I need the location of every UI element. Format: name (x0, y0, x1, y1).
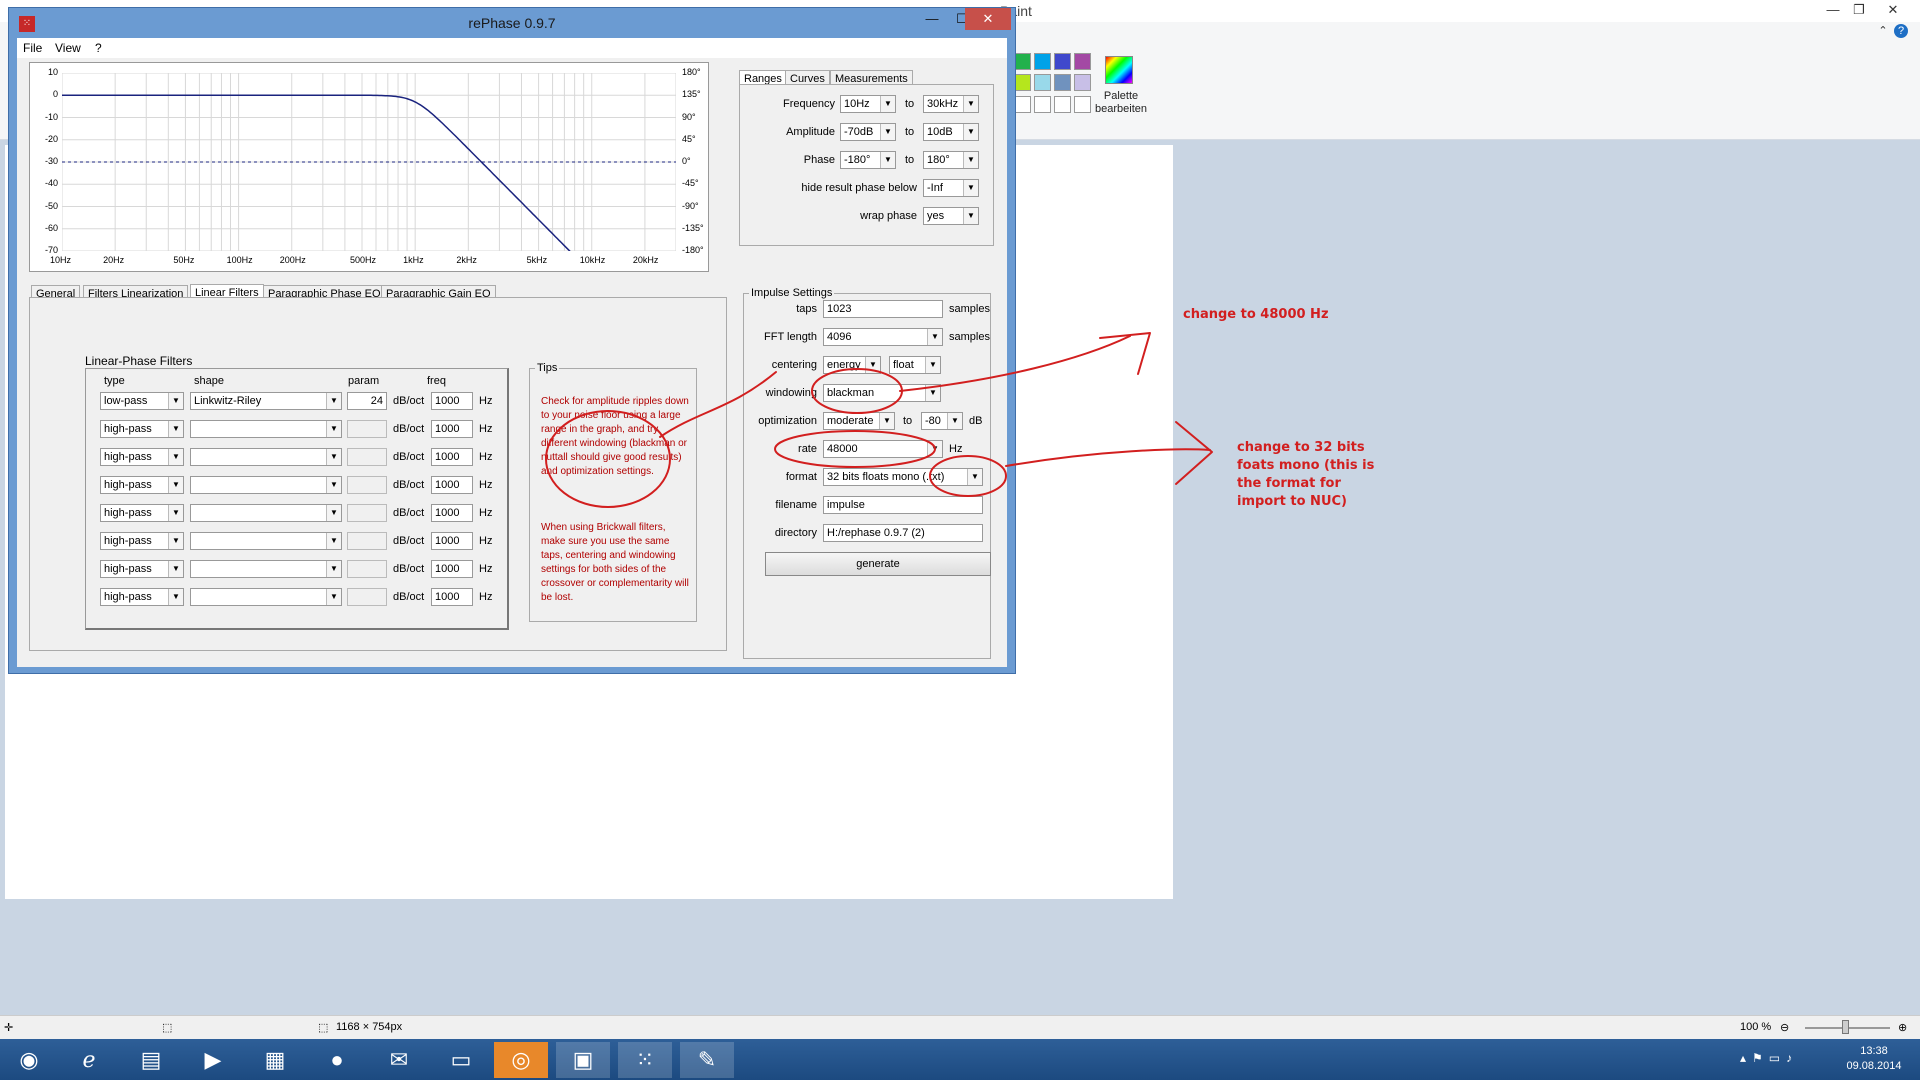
format-circle-annotation (929, 455, 1007, 497)
format-annotation-note: change to 32 bits foats mono (this is th… (1237, 440, 1375, 509)
rate-annotation-note: change to 48000 Hz (1183, 307, 1329, 322)
windowing-circle-annotation (811, 368, 903, 414)
format-arrow-line (1005, 448, 1211, 467)
windowing-arrow-line (899, 335, 1131, 392)
tips-arrow-line (659, 371, 777, 438)
format-arrow-head (1175, 421, 1213, 485)
tips-circle-annotation (545, 410, 671, 508)
annotation-layer (545, 332, 1213, 508)
rate-circle-annotation (774, 430, 936, 468)
